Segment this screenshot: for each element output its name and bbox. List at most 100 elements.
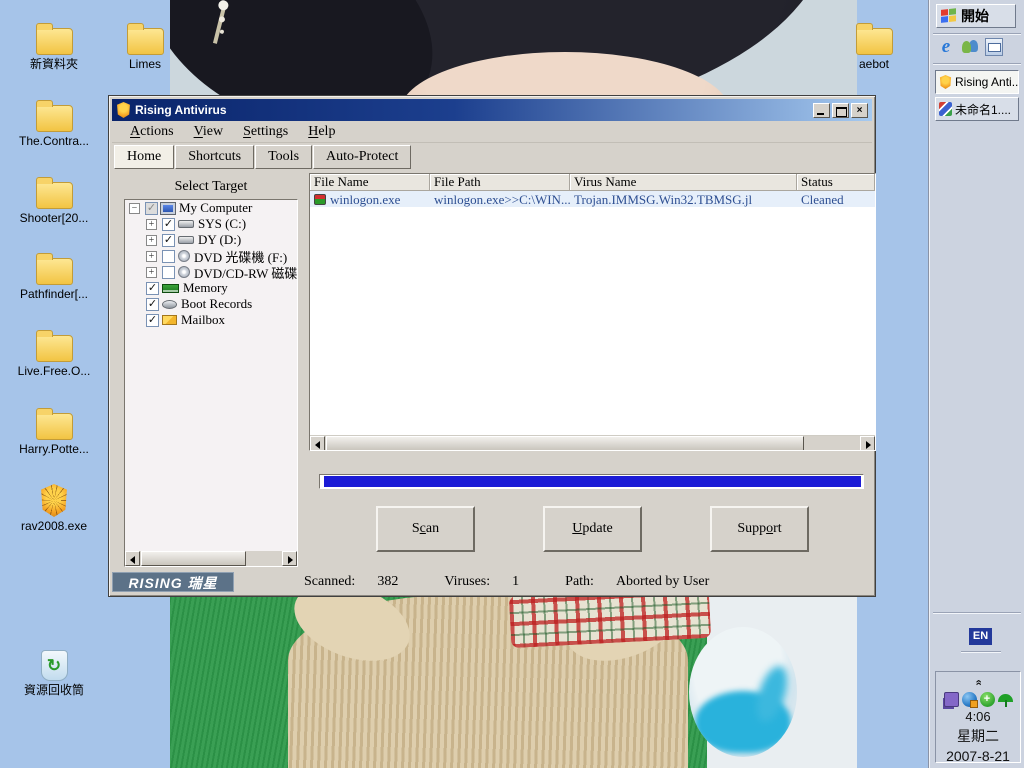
menu-view[interactable]: View (184, 122, 234, 142)
cell-virus-name: Trojan.IMMSG.Win32.TBMSG.jl (574, 191, 753, 207)
outlook-express-icon[interactable] (985, 38, 1003, 56)
tab-home[interactable]: Home (114, 145, 175, 169)
desktop-icon-Harry.Potte...[interactable]: Harry.Potte... (16, 407, 92, 456)
desktop-icon-Live.Free.O...[interactable]: Live.Free.O... (16, 329, 92, 378)
desktop-icon-新資料夾[interactable]: 新資料夾 (16, 22, 92, 71)
desktop: 新資料夾 Limes The.Contra... Shooter[20... Pathf… (0, 0, 1024, 768)
desktop-icon-label: 資源回收筒 (23, 683, 84, 697)
virus-bug-icon (314, 193, 326, 205)
expand-icon[interactable]: + (146, 250, 157, 262)
tree-node[interactable]: ✓ Memory (125, 280, 297, 296)
virus-result-row[interactable]: winlogon.exe winlogon.exe>>C:\WIN... Troja… (310, 191, 875, 207)
maximize-button[interactable] (832, 102, 849, 118)
menu-actions[interactable]: Actions (120, 122, 184, 142)
tab-auto-protect[interactable]: Auto-Protect (313, 145, 412, 169)
firewall-umbrella-icon[interactable] (997, 692, 1013, 707)
folder-icon (855, 23, 893, 55)
expand-icon[interactable]: + (146, 266, 157, 278)
collapse-icon[interactable]: − (129, 202, 140, 214)
column-header-file-name[interactable]: File Name (310, 174, 430, 191)
folder-icon (35, 177, 73, 209)
folder-icon (35, 100, 73, 132)
wallpaper-blue-circle (689, 627, 797, 757)
checkbox[interactable]: ✓ (162, 217, 175, 231)
network-globe-icon[interactable] (961, 691, 978, 708)
taskbar-separator (933, 63, 1021, 65)
path-label: Path: (565, 574, 594, 589)
tree-horizontal-scrollbar[interactable] (125, 551, 297, 566)
wallpaper-teddy-bear (283, 568, 712, 768)
taskbar-item-untitled[interactable]: 未命名1.... (935, 97, 1019, 121)
close-button[interactable]: × (851, 102, 868, 118)
messenger-icon[interactable] (961, 38, 979, 56)
messenger-blocks-icon[interactable] (943, 691, 959, 707)
expand-icon[interactable]: + (146, 218, 157, 230)
menu-settings[interactable]: Settings (233, 122, 298, 142)
rising-logo: RISING 瑞星 (112, 572, 234, 592)
scroll-left-arrow[interactable] (125, 551, 140, 566)
scroll-left-arrow[interactable] (310, 436, 325, 450)
scroll-right-arrow[interactable] (282, 551, 297, 566)
desktop-icon-aebot[interactable]: aebot (836, 22, 912, 71)
checkbox[interactable] (162, 249, 175, 263)
desktop-icon-Shooter[20...[interactable]: Shooter[20... (16, 176, 92, 225)
desktop-icon-label: 新資料夾 (29, 57, 78, 71)
tree-label: Mailbox (181, 312, 226, 327)
system-tray: « + 4:06 星期二 2007-8-21 (935, 671, 1021, 764)
mail-icon (162, 315, 177, 325)
menu-help[interactable]: Help (298, 122, 345, 142)
desktop-icon-Pathfinder[...[interactable]: Pathfinder[... (16, 252, 92, 301)
rising-monitor-icon[interactable]: + (979, 691, 995, 707)
desktop-icon-label: Live.Free.O... (17, 364, 91, 378)
desktop-icon-rav2008.exe[interactable]: rav2008.exe (16, 484, 92, 533)
scrollbar-thumb[interactable] (326, 436, 804, 450)
tree-node[interactable]: + DVD/CD-RW 磁碟機 (125, 264, 297, 281)
support-button[interactable]: Support (710, 506, 809, 552)
checkbox[interactable]: ✓ (145, 201, 158, 215)
status-bar: RISING 瑞星 Scanned: 382 Viruses: 1 Path: … (112, 571, 872, 593)
tab-bar: Home Shortcuts Tools Auto-Protect (112, 143, 872, 170)
folder-icon (35, 23, 73, 55)
desktop-icon-Limes[interactable]: Limes (107, 22, 183, 71)
tree-node[interactable]: ✓ Boot Records (125, 296, 297, 312)
taskbar-item-rising-antivirus[interactable]: Rising Anti... (935, 70, 1019, 94)
clock-weekday: 星期二 (957, 728, 999, 744)
column-header-status[interactable]: Status (797, 174, 875, 191)
scan-button[interactable]: Scan (376, 506, 475, 552)
scrollbar-thumb[interactable] (141, 551, 246, 566)
start-button-label: 開始 (961, 8, 989, 24)
column-header-file-path[interactable]: File Path (430, 174, 570, 191)
tree-node[interactable]: − ✓ My Computer (125, 200, 297, 216)
list-horizontal-scrollbar[interactable] (310, 435, 875, 450)
tree-node[interactable]: ✓ Mailbox (125, 312, 297, 328)
expand-icon[interactable]: + (146, 234, 157, 246)
checkbox[interactable]: ✓ (162, 233, 175, 247)
title-bar[interactable]: Rising Antivirus × (112, 99, 872, 121)
start-button[interactable]: 開始 (936, 4, 1016, 28)
clock-date: 2007-8-21 (946, 748, 1010, 764)
minimize-button[interactable] (813, 102, 830, 118)
column-header-virus-name[interactable]: Virus Name (570, 174, 797, 191)
update-button[interactable]: Update (543, 506, 642, 552)
list-header-row: File Name File Path Virus Name Status (310, 174, 875, 191)
checkbox[interactable]: ✓ (146, 313, 159, 327)
tree-label: Boot Records (181, 296, 253, 311)
wallpaper-jacket (170, 568, 857, 768)
checkbox[interactable]: ✓ (146, 281, 159, 295)
internet-explorer-icon[interactable]: e (937, 37, 955, 56)
tree-label: My Computer (179, 200, 253, 215)
checkbox[interactable] (162, 265, 175, 279)
taskbar-separator (933, 612, 1021, 614)
tree-node[interactable]: + ✓ SYS (C:) (125, 216, 297, 232)
language-indicator[interactable]: EN (969, 628, 992, 645)
checkbox[interactable]: ✓ (146, 297, 159, 311)
tab-tools[interactable]: Tools (255, 145, 313, 169)
tab-shortcuts[interactable]: Shortcuts (175, 145, 255, 169)
rising-antivirus-window: Rising Antivirus × Actions View Settings He… (108, 95, 876, 597)
desktop-icon-The.Contra...[interactable]: The.Contra... (16, 99, 92, 148)
scroll-right-arrow[interactable] (860, 436, 875, 450)
desktop-icon-資源回收筒[interactable]: ↻ 資源回收筒 (16, 650, 92, 697)
windows-logo-icon (941, 8, 957, 24)
viruses-label: Viruses: (444, 574, 491, 589)
tray-expand-chevron-icon[interactable]: « (973, 679, 985, 685)
